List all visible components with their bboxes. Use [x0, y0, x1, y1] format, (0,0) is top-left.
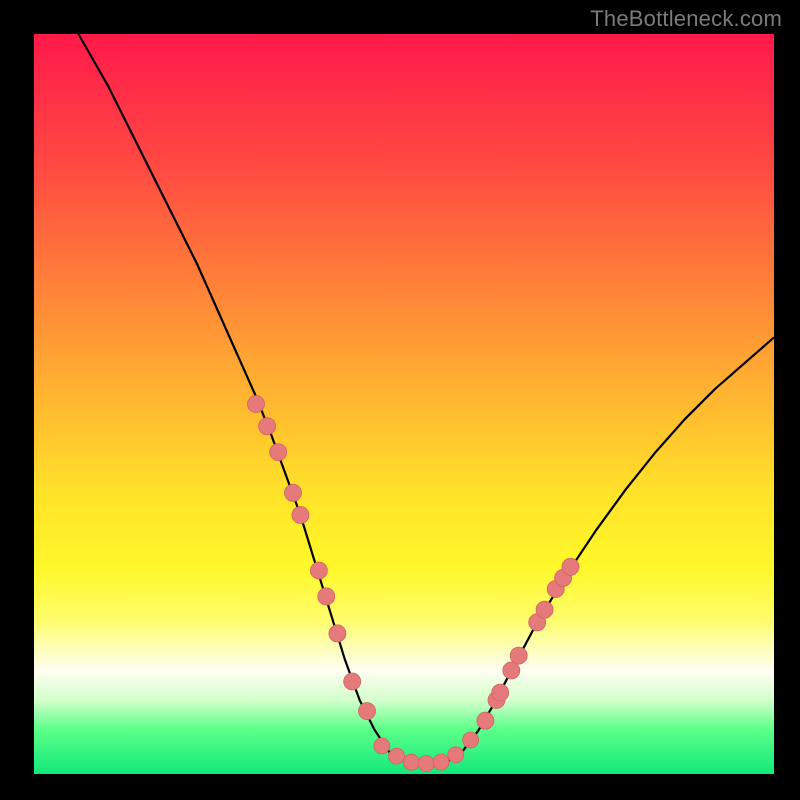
chart-svg — [34, 34, 774, 774]
data-point — [318, 588, 335, 605]
data-point — [270, 444, 287, 461]
data-point — [292, 507, 309, 524]
data-point — [329, 625, 346, 642]
data-point — [359, 703, 376, 720]
bottleneck-curve — [78, 34, 774, 764]
data-point — [433, 754, 449, 770]
data-point — [463, 732, 479, 748]
data-point — [403, 754, 419, 770]
plot-area — [34, 34, 774, 774]
data-point — [285, 484, 302, 501]
data-point — [248, 396, 265, 413]
data-point — [374, 738, 390, 754]
data-point — [310, 562, 327, 579]
data-point — [510, 647, 527, 664]
chart-frame: TheBottleneck.com — [0, 0, 800, 800]
data-point — [562, 558, 579, 575]
data-point — [492, 684, 509, 701]
data-point — [536, 601, 553, 618]
data-markers — [248, 396, 580, 772]
data-point — [418, 756, 434, 772]
data-point — [503, 662, 520, 679]
data-point — [344, 673, 361, 690]
watermark-text: TheBottleneck.com — [590, 6, 782, 32]
data-point — [389, 748, 405, 764]
data-point — [448, 747, 464, 763]
data-point — [477, 712, 494, 729]
data-point — [259, 418, 276, 435]
